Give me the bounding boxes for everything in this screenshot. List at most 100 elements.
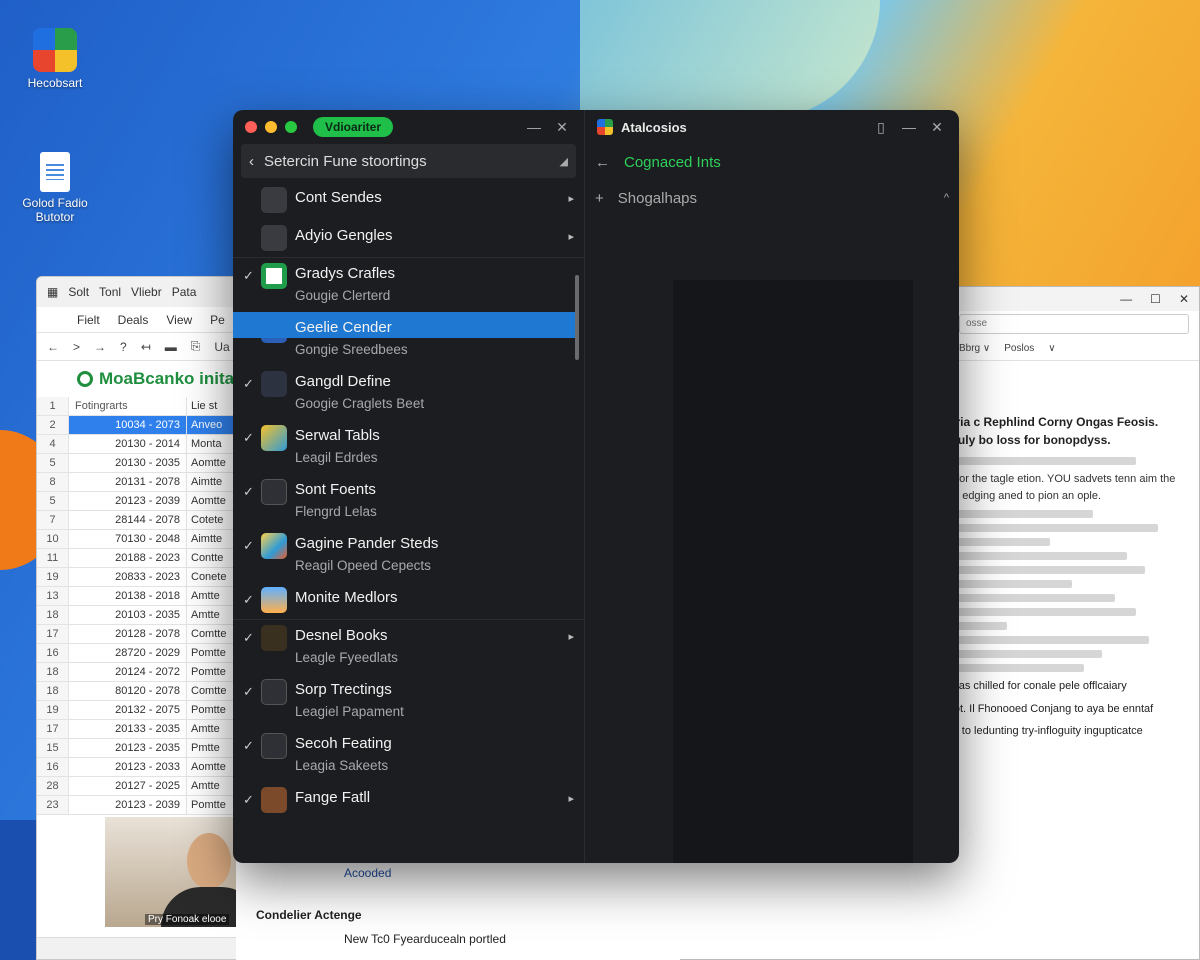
- settings-item[interactable]: Geelie Cender Gongie Sreedbees: [233, 312, 584, 366]
- menu-deals[interactable]: Deals: [118, 313, 149, 327]
- format-icon[interactable]: ▬: [165, 340, 177, 354]
- title-item[interactable]: Vliebr: [131, 285, 162, 299]
- menu-more[interactable]: Pe: [210, 313, 225, 327]
- title-item[interactable]: Solt: [68, 285, 89, 299]
- title-item[interactable]: Tonl: [99, 285, 121, 299]
- settings-item[interactable]: ✓ Gangdl Define Googie Craglets Beet: [233, 366, 584, 420]
- chevron-right-icon[interactable]: ▸: [568, 782, 574, 805]
- table-cell[interactable]: 20188 - 2023: [69, 549, 187, 567]
- chevron-right-icon[interactable]: ▸: [568, 182, 574, 205]
- document-link[interactable]: Acooded: [344, 866, 391, 880]
- minimize-icon[interactable]: —: [524, 119, 544, 135]
- table-cell[interactable]: 20123 - 2033: [69, 758, 187, 776]
- column-header[interactable]: Fotingrarts: [69, 397, 187, 415]
- close-button[interactable]: [245, 121, 257, 133]
- row-number[interactable]: 11: [37, 549, 69, 567]
- table-cell[interactable]: 28144 - 2078: [69, 511, 187, 529]
- font-icon[interactable]: Ua: [214, 340, 229, 354]
- back-chevron-icon[interactable]: ‹: [249, 153, 254, 170]
- row-number[interactable]: 15: [37, 739, 69, 757]
- table-cell[interactable]: 20123 - 2039: [69, 492, 187, 510]
- row-number[interactable]: 17: [37, 720, 69, 738]
- table-cell[interactable]: 70130 - 2048: [69, 530, 187, 548]
- toolbar-item[interactable]: ∨: [1048, 343, 1055, 354]
- forward-icon[interactable]: →: [94, 340, 106, 354]
- row-number[interactable]: 10: [37, 530, 69, 548]
- settings-item[interactable]: Adyio Gengles ▸: [233, 220, 584, 258]
- close-icon[interactable]: ✕: [927, 119, 947, 136]
- table-cell[interactable]: 20133 - 2035: [69, 720, 187, 738]
- table-cell[interactable]: 20124 - 2072: [69, 663, 187, 681]
- chevron-right-icon[interactable]: ▸: [568, 620, 574, 643]
- pin-icon[interactable]: ▯: [871, 119, 891, 136]
- table-cell[interactable]: 20131 - 2078: [69, 473, 187, 491]
- chevron-up-icon[interactable]: ^: [944, 192, 949, 204]
- table-cell[interactable]: 28720 - 2029: [69, 644, 187, 662]
- help-icon[interactable]: ?: [120, 340, 127, 354]
- scrollbar[interactable]: [575, 275, 579, 360]
- table-cell[interactable]: 20123 - 2039: [69, 796, 187, 814]
- settings-item[interactable]: ✓ Sorp Trectings Leagiel Papament: [233, 674, 584, 728]
- chevron-right-icon[interactable]: >: [73, 340, 80, 354]
- minimize-icon[interactable]: —: [899, 119, 919, 135]
- row-number[interactable]: 7: [37, 511, 69, 529]
- settings-item[interactable]: Cont Sendes ▸: [233, 182, 584, 220]
- plus-icon[interactable]: +: [595, 190, 604, 207]
- settings-item[interactable]: ✓ Monite Medlors: [233, 582, 584, 620]
- title-pill[interactable]: Vdioariter: [313, 117, 394, 137]
- settings-item[interactable]: ✓ Desnel Books Leagle Fyeedlats ▸: [233, 620, 584, 674]
- app-menu-icon[interactable]: ▦: [47, 285, 58, 299]
- row-number[interactable]: 19: [37, 568, 69, 586]
- settings-item[interactable]: ✓ Gradys Crafles Gougie Clerterd: [233, 258, 584, 312]
- copy-icon[interactable]: ⎘: [191, 339, 201, 354]
- settings-search[interactable]: ‹ Setercin Fune stoortings ◢: [241, 144, 576, 178]
- toolbar-item[interactable]: Poslos: [1004, 343, 1034, 354]
- desktop-icon-app[interactable]: Hecobsart: [10, 28, 100, 90]
- desktop-icon-file[interactable]: Golod Fadio Butotor: [10, 152, 100, 224]
- right-add-row[interactable]: + Shogalhaps ^: [585, 180, 959, 216]
- undo-icon[interactable]: ↤: [141, 340, 151, 354]
- row-number[interactable]: 28: [37, 777, 69, 795]
- menu-file[interactable]: Fielt: [77, 313, 100, 327]
- table-cell[interactable]: 20123 - 2035: [69, 739, 187, 757]
- table-cell[interactable]: 10034 - 2073: [69, 416, 187, 434]
- table-cell[interactable]: 20833 - 2023: [69, 568, 187, 586]
- row-number[interactable]: 18: [37, 663, 69, 681]
- menu-view[interactable]: View: [166, 313, 192, 327]
- back-arrow-icon[interactable]: ←: [595, 154, 610, 171]
- close-icon[interactable]: ✕: [1179, 292, 1189, 306]
- row-number[interactable]: 4: [37, 435, 69, 453]
- settings-item[interactable]: ✓ Fange Fatll ▸: [233, 782, 584, 820]
- minimize-icon[interactable]: —: [1120, 292, 1132, 306]
- title-item[interactable]: Pata: [172, 285, 197, 299]
- row-number[interactable]: 5: [37, 454, 69, 472]
- table-cell[interactable]: 20127 - 2025: [69, 777, 187, 795]
- table-cell[interactable]: 20130 - 2014: [69, 435, 187, 453]
- back-icon[interactable]: ←: [47, 340, 59, 354]
- settings-item[interactable]: ✓ Secoh Feating Leagia Sakeets: [233, 728, 584, 782]
- toolbar-item[interactable]: Bbrg ∨: [959, 343, 990, 354]
- row-number[interactable]: 23: [37, 796, 69, 814]
- search-input[interactable]: osse: [959, 314, 1189, 334]
- row-number[interactable]: 5: [37, 492, 69, 510]
- settings-item[interactable]: ✓ Gagine Pander Steds Reagil Opeed Cepects: [233, 528, 584, 582]
- chevron-right-icon[interactable]: ▸: [568, 220, 574, 243]
- table-cell[interactable]: 80120 - 2078: [69, 682, 187, 700]
- settings-item[interactable]: ✓ Sont Foents Flengrd Lelas: [233, 474, 584, 528]
- row-number[interactable]: 16: [37, 758, 69, 776]
- row-number[interactable]: 16: [37, 644, 69, 662]
- minimize-button[interactable]: [265, 121, 277, 133]
- table-cell[interactable]: 20138 - 2018: [69, 587, 187, 605]
- row-number[interactable]: 17: [37, 625, 69, 643]
- row-number[interactable]: 2: [37, 416, 69, 434]
- row-number[interactable]: 18: [37, 606, 69, 624]
- collapse-icon[interactable]: ◢: [560, 155, 568, 168]
- right-nav-row[interactable]: ← Cognaced Ints: [585, 144, 959, 180]
- row-number[interactable]: 19: [37, 701, 69, 719]
- row-number[interactable]: 13: [37, 587, 69, 605]
- close-icon[interactable]: ✕: [552, 119, 572, 136]
- table-cell[interactable]: 20132 - 2075: [69, 701, 187, 719]
- table-cell[interactable]: 20128 - 2078: [69, 625, 187, 643]
- settings-item[interactable]: ✓ Serwal Tabls Leagil Edrdes: [233, 420, 584, 474]
- row-number[interactable]: 18: [37, 682, 69, 700]
